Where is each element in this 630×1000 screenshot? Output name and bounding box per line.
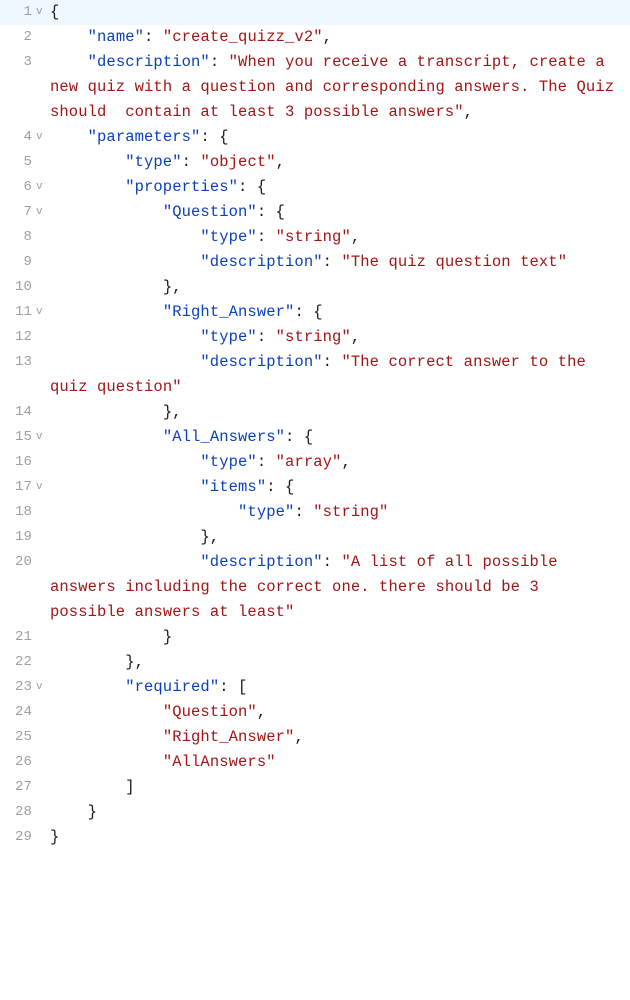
code-line[interactable]: 14 }, <box>0 400 630 425</box>
code-content[interactable]: "type": "object", <box>50 150 630 175</box>
code-content[interactable]: }, <box>50 650 630 675</box>
line-number: 29 <box>0 825 36 850</box>
code-line[interactable]: 18 "type": "string" <box>0 500 630 525</box>
line-number: 9 <box>0 250 36 275</box>
line-number: 6 <box>0 175 36 200</box>
code-content[interactable]: ] <box>50 775 630 800</box>
line-number: 5 <box>0 150 36 175</box>
code-line[interactable]: 27 ] <box>0 775 630 800</box>
fold-toggle-icon[interactable]: v <box>36 300 50 325</box>
code-line[interactable]: 25 "Right_Answer", <box>0 725 630 750</box>
code-content[interactable]: } <box>50 625 630 650</box>
code-content[interactable]: "type": "array", <box>50 450 630 475</box>
line-number: 4 <box>0 125 36 150</box>
code-line[interactable]: 24 "Question", <box>0 700 630 725</box>
code-line[interactable]: 10 }, <box>0 275 630 300</box>
line-number: 14 <box>0 400 36 425</box>
code-line[interactable]: 1v{ <box>0 0 630 25</box>
line-number: 13 <box>0 350 36 375</box>
code-content[interactable]: "type": "string" <box>50 500 630 525</box>
code-line[interactable]: 23v "required": [ <box>0 675 630 700</box>
code-line[interactable]: 4v "parameters": { <box>0 125 630 150</box>
code-line[interactable]: 17v "items": { <box>0 475 630 500</box>
line-number: 17 <box>0 475 36 500</box>
fold-toggle-icon[interactable]: v <box>36 475 50 500</box>
code-content[interactable]: "Right_Answer": { <box>50 300 630 325</box>
code-editor[interactable]: 1v{2 "name": "create_quizz_v2",3 "descri… <box>0 0 630 850</box>
code-content[interactable]: "items": { <box>50 475 630 500</box>
line-number: 11 <box>0 300 36 325</box>
code-line[interactable]: 19 }, <box>0 525 630 550</box>
line-number: 22 <box>0 650 36 675</box>
code-content[interactable]: "description": "A list of all possible a… <box>50 550 630 625</box>
code-content[interactable]: }, <box>50 400 630 425</box>
line-number: 2 <box>0 25 36 50</box>
line-number: 15 <box>0 425 36 450</box>
line-number: 1 <box>0 0 36 25</box>
code-content[interactable]: "AllAnswers" <box>50 750 630 775</box>
code-line[interactable]: 2 "name": "create_quizz_v2", <box>0 25 630 50</box>
line-number: 12 <box>0 325 36 350</box>
line-number: 28 <box>0 800 36 825</box>
line-number: 27 <box>0 775 36 800</box>
code-line[interactable]: 3 "description": "When you receive a tra… <box>0 50 630 125</box>
code-line[interactable]: 22 }, <box>0 650 630 675</box>
code-content[interactable]: } <box>50 825 630 850</box>
line-number: 18 <box>0 500 36 525</box>
fold-toggle-icon[interactable]: v <box>36 125 50 150</box>
code-content[interactable]: "All_Answers": { <box>50 425 630 450</box>
code-content[interactable]: "name": "create_quizz_v2", <box>50 25 630 50</box>
line-number: 19 <box>0 525 36 550</box>
line-number: 21 <box>0 625 36 650</box>
fold-toggle-icon[interactable]: v <box>36 175 50 200</box>
line-number: 3 <box>0 50 36 75</box>
code-line[interactable]: 6v "properties": { <box>0 175 630 200</box>
code-line[interactable]: 16 "type": "array", <box>0 450 630 475</box>
code-line[interactable]: 15v "All_Answers": { <box>0 425 630 450</box>
code-line[interactable]: 12 "type": "string", <box>0 325 630 350</box>
fold-toggle-icon[interactable]: v <box>36 0 50 25</box>
line-number: 20 <box>0 550 36 575</box>
fold-toggle-icon[interactable]: v <box>36 200 50 225</box>
fold-toggle-icon[interactable]: v <box>36 675 50 700</box>
line-number: 26 <box>0 750 36 775</box>
code-content[interactable]: { <box>50 0 630 25</box>
code-content[interactable]: } <box>50 800 630 825</box>
code-line[interactable]: 29} <box>0 825 630 850</box>
code-content[interactable]: "required": [ <box>50 675 630 700</box>
line-number: 10 <box>0 275 36 300</box>
code-content[interactable]: "type": "string", <box>50 325 630 350</box>
code-content[interactable]: "type": "string", <box>50 225 630 250</box>
code-content[interactable]: "Question", <box>50 700 630 725</box>
code-content[interactable]: "Question": { <box>50 200 630 225</box>
code-content[interactable]: "properties": { <box>50 175 630 200</box>
line-number: 16 <box>0 450 36 475</box>
code-line[interactable]: 5 "type": "object", <box>0 150 630 175</box>
fold-toggle-icon[interactable]: v <box>36 425 50 450</box>
line-number: 8 <box>0 225 36 250</box>
code-line[interactable]: 20 "description": "A list of all possibl… <box>0 550 630 625</box>
code-line[interactable]: 9 "description": "The quiz question text… <box>0 250 630 275</box>
code-content[interactable]: "description": "When you receive a trans… <box>50 50 630 125</box>
line-number: 23 <box>0 675 36 700</box>
code-line[interactable]: 13 "description": "The correct answer to… <box>0 350 630 400</box>
code-content[interactable]: }, <box>50 275 630 300</box>
line-number: 25 <box>0 725 36 750</box>
code-line[interactable]: 8 "type": "string", <box>0 225 630 250</box>
code-line[interactable]: 28 } <box>0 800 630 825</box>
line-number: 24 <box>0 700 36 725</box>
code-content[interactable]: "Right_Answer", <box>50 725 630 750</box>
code-line[interactable]: 11v "Right_Answer": { <box>0 300 630 325</box>
code-line[interactable]: 26 "AllAnswers" <box>0 750 630 775</box>
line-number: 7 <box>0 200 36 225</box>
code-content[interactable]: "description": "The correct answer to th… <box>50 350 630 400</box>
code-content[interactable]: "description": "The quiz question text" <box>50 250 630 275</box>
code-content[interactable]: "parameters": { <box>50 125 630 150</box>
code-content[interactable]: }, <box>50 525 630 550</box>
code-line[interactable]: 21 } <box>0 625 630 650</box>
code-line[interactable]: 7v "Question": { <box>0 200 630 225</box>
